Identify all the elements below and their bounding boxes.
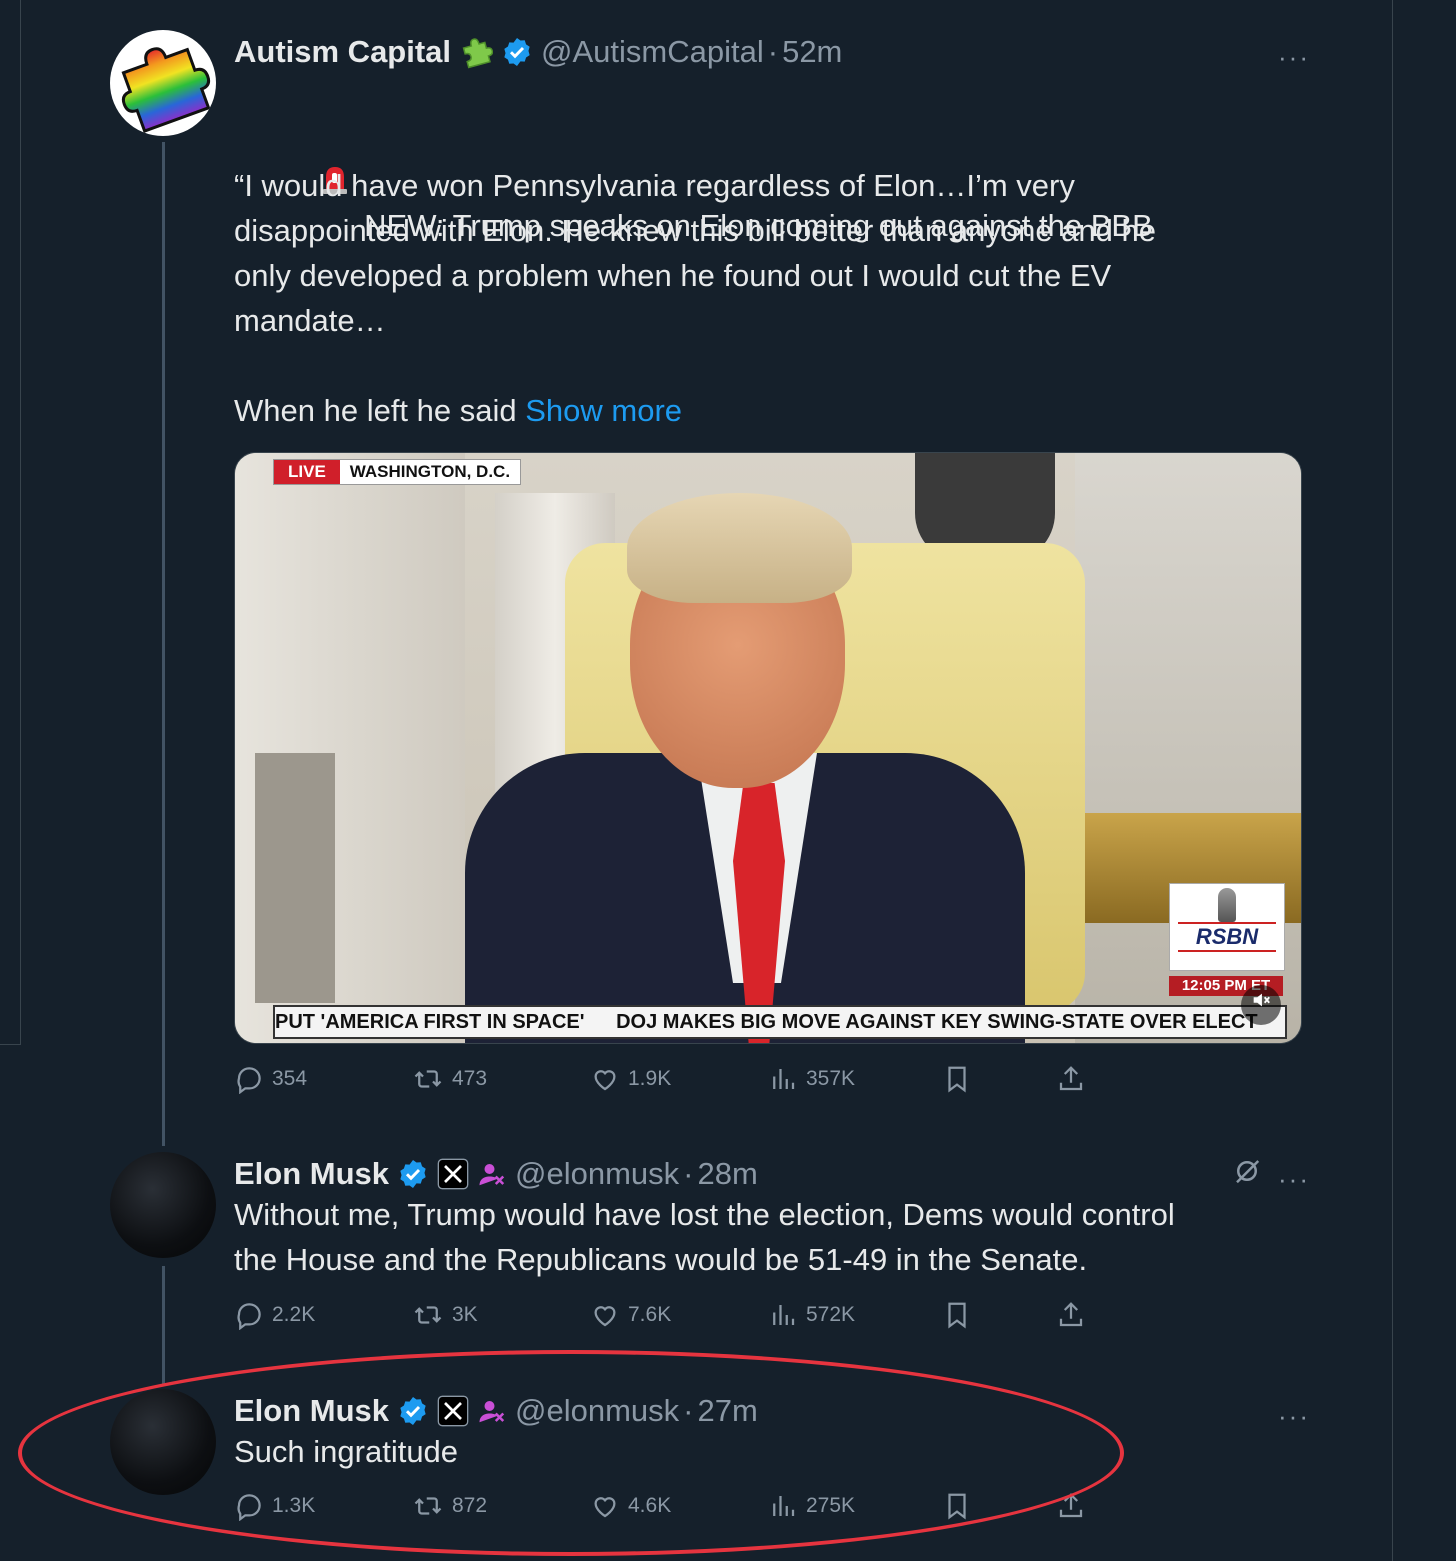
separator: ·	[767, 34, 779, 69]
ticker-item: PUT 'AMERICA FIRST IN SPACE'	[275, 1011, 585, 1033]
repost-button[interactable]: 473	[412, 1064, 487, 1094]
network-logo: RSBN	[1169, 883, 1285, 971]
views-icon	[773, 1305, 795, 1325]
reply-button[interactable]: 2.2K	[234, 1300, 315, 1330]
tweet-elon-reply-1[interactable]: Elon Musk @elonmusk · 28m ··· Without me…	[110, 1152, 1310, 1352]
tweet-header: Elon Musk @elonmusk · 28m	[234, 1152, 758, 1196]
bookmark-button[interactable]	[942, 1064, 980, 1094]
verified-badge-icon	[501, 36, 533, 68]
ticker-item: DOJ MAKES BIG MOVE AGAINST KEY SWING-STA…	[616, 1011, 1258, 1033]
tweet-actions: 2.2K 3K 7.6K 572K	[234, 1300, 1134, 1334]
show-more-link[interactable]: Show more	[525, 393, 682, 428]
tweet-text-tail: When he left he said Show more	[234, 388, 1304, 433]
red-circle-annotation	[18, 1350, 1124, 1556]
display-name[interactable]: Autism Capital	[234, 34, 451, 70]
bookmark-icon	[948, 1302, 966, 1329]
repost-icon	[414, 1070, 442, 1088]
separator: ·	[683, 1156, 694, 1191]
tweet-actions: 354 473 1.9K 357K	[234, 1064, 1134, 1098]
reply-count: 354	[272, 1067, 308, 1090]
like-count: 7.6K	[628, 1303, 672, 1326]
reply-icon	[237, 1303, 261, 1330]
repost-button[interactable]: 3K	[412, 1300, 478, 1330]
like-icon	[594, 1070, 616, 1091]
views-icon	[773, 1069, 795, 1089]
news-ticker: PUT 'AMERICA FIRST IN SPACE' DOJ MAKES B…	[273, 1005, 1287, 1039]
tweet-header: Autism Capital @AutismCapital · 52m	[234, 30, 842, 74]
share-button[interactable]	[1056, 1300, 1094, 1330]
video-frame	[235, 453, 1301, 1043]
reply-button[interactable]: 354	[234, 1064, 307, 1094]
display-name[interactable]: Elon Musk	[234, 1156, 389, 1192]
repost-count: 473	[452, 1067, 488, 1090]
views-button[interactable]: 572K	[768, 1300, 855, 1330]
reply-count: 2.2K	[272, 1303, 316, 1326]
share-icon	[1059, 1066, 1083, 1091]
more-icon[interactable]: ···	[1278, 1401, 1310, 1432]
avatar[interactable]	[110, 1152, 216, 1258]
scene-hair	[627, 493, 852, 603]
timestamp[interactable]: 28m	[698, 1156, 758, 1192]
column-border-right	[1392, 0, 1393, 1561]
more-icon[interactable]: ···	[1278, 42, 1310, 73]
scene-fireplace	[255, 753, 335, 1003]
handle[interactable]: @elonmusk	[515, 1156, 679, 1192]
live-label: LIVE	[274, 460, 340, 484]
like-icon	[594, 1306, 616, 1327]
puzzle-emoji-icon	[459, 35, 494, 69]
timestamp[interactable]: 52m	[782, 34, 842, 70]
repost-icon	[414, 1306, 442, 1324]
share-button[interactable]	[1056, 1064, 1094, 1094]
live-badge: LIVE WASHINGTON, D.C.	[273, 459, 522, 485]
x-logo-badge-icon	[437, 1158, 469, 1190]
grok-icon[interactable]	[1232, 1156, 1262, 1194]
like-button[interactable]: 1.9K	[590, 1064, 671, 1094]
verified-badge-icon	[397, 1158, 429, 1190]
reply-icon	[237, 1067, 261, 1094]
mute-icon[interactable]	[1241, 985, 1281, 1025]
location-label: WASHINGTON, D.C.	[349, 462, 511, 481]
like-button[interactable]: 7.6K	[590, 1300, 671, 1330]
network-name: RSBN	[1178, 922, 1276, 952]
tweet-video[interactable]: LIVE WASHINGTON, D.C. RSBN 12:05 PM ET P…	[234, 452, 1302, 1044]
column-border-left	[20, 0, 21, 1045]
affiliate-icon	[477, 1159, 507, 1189]
microphone-icon	[1218, 888, 1236, 922]
divider	[0, 1044, 20, 1045]
repost-count: 3K	[452, 1303, 478, 1326]
avatar[interactable]	[110, 30, 216, 136]
more-icon[interactable]: ···	[1278, 1164, 1310, 1195]
handle[interactable]: @AutismCapital	[541, 34, 764, 70]
tweet-quote: “I would have won Pennsylvania regardles…	[234, 168, 1156, 338]
tweet-text: Without me, Trump would have lost the el…	[234, 1197, 1175, 1277]
views-count: 357K	[806, 1067, 856, 1090]
bookmark-icon	[948, 1066, 966, 1093]
share-icon	[1059, 1302, 1083, 1327]
like-count: 1.9K	[628, 1067, 672, 1090]
tweet-tail-text: When he left he said	[234, 393, 526, 428]
views-button[interactable]: 357K	[768, 1064, 855, 1094]
bookmark-button[interactable]	[942, 1300, 980, 1330]
views-count: 572K	[806, 1303, 856, 1326]
